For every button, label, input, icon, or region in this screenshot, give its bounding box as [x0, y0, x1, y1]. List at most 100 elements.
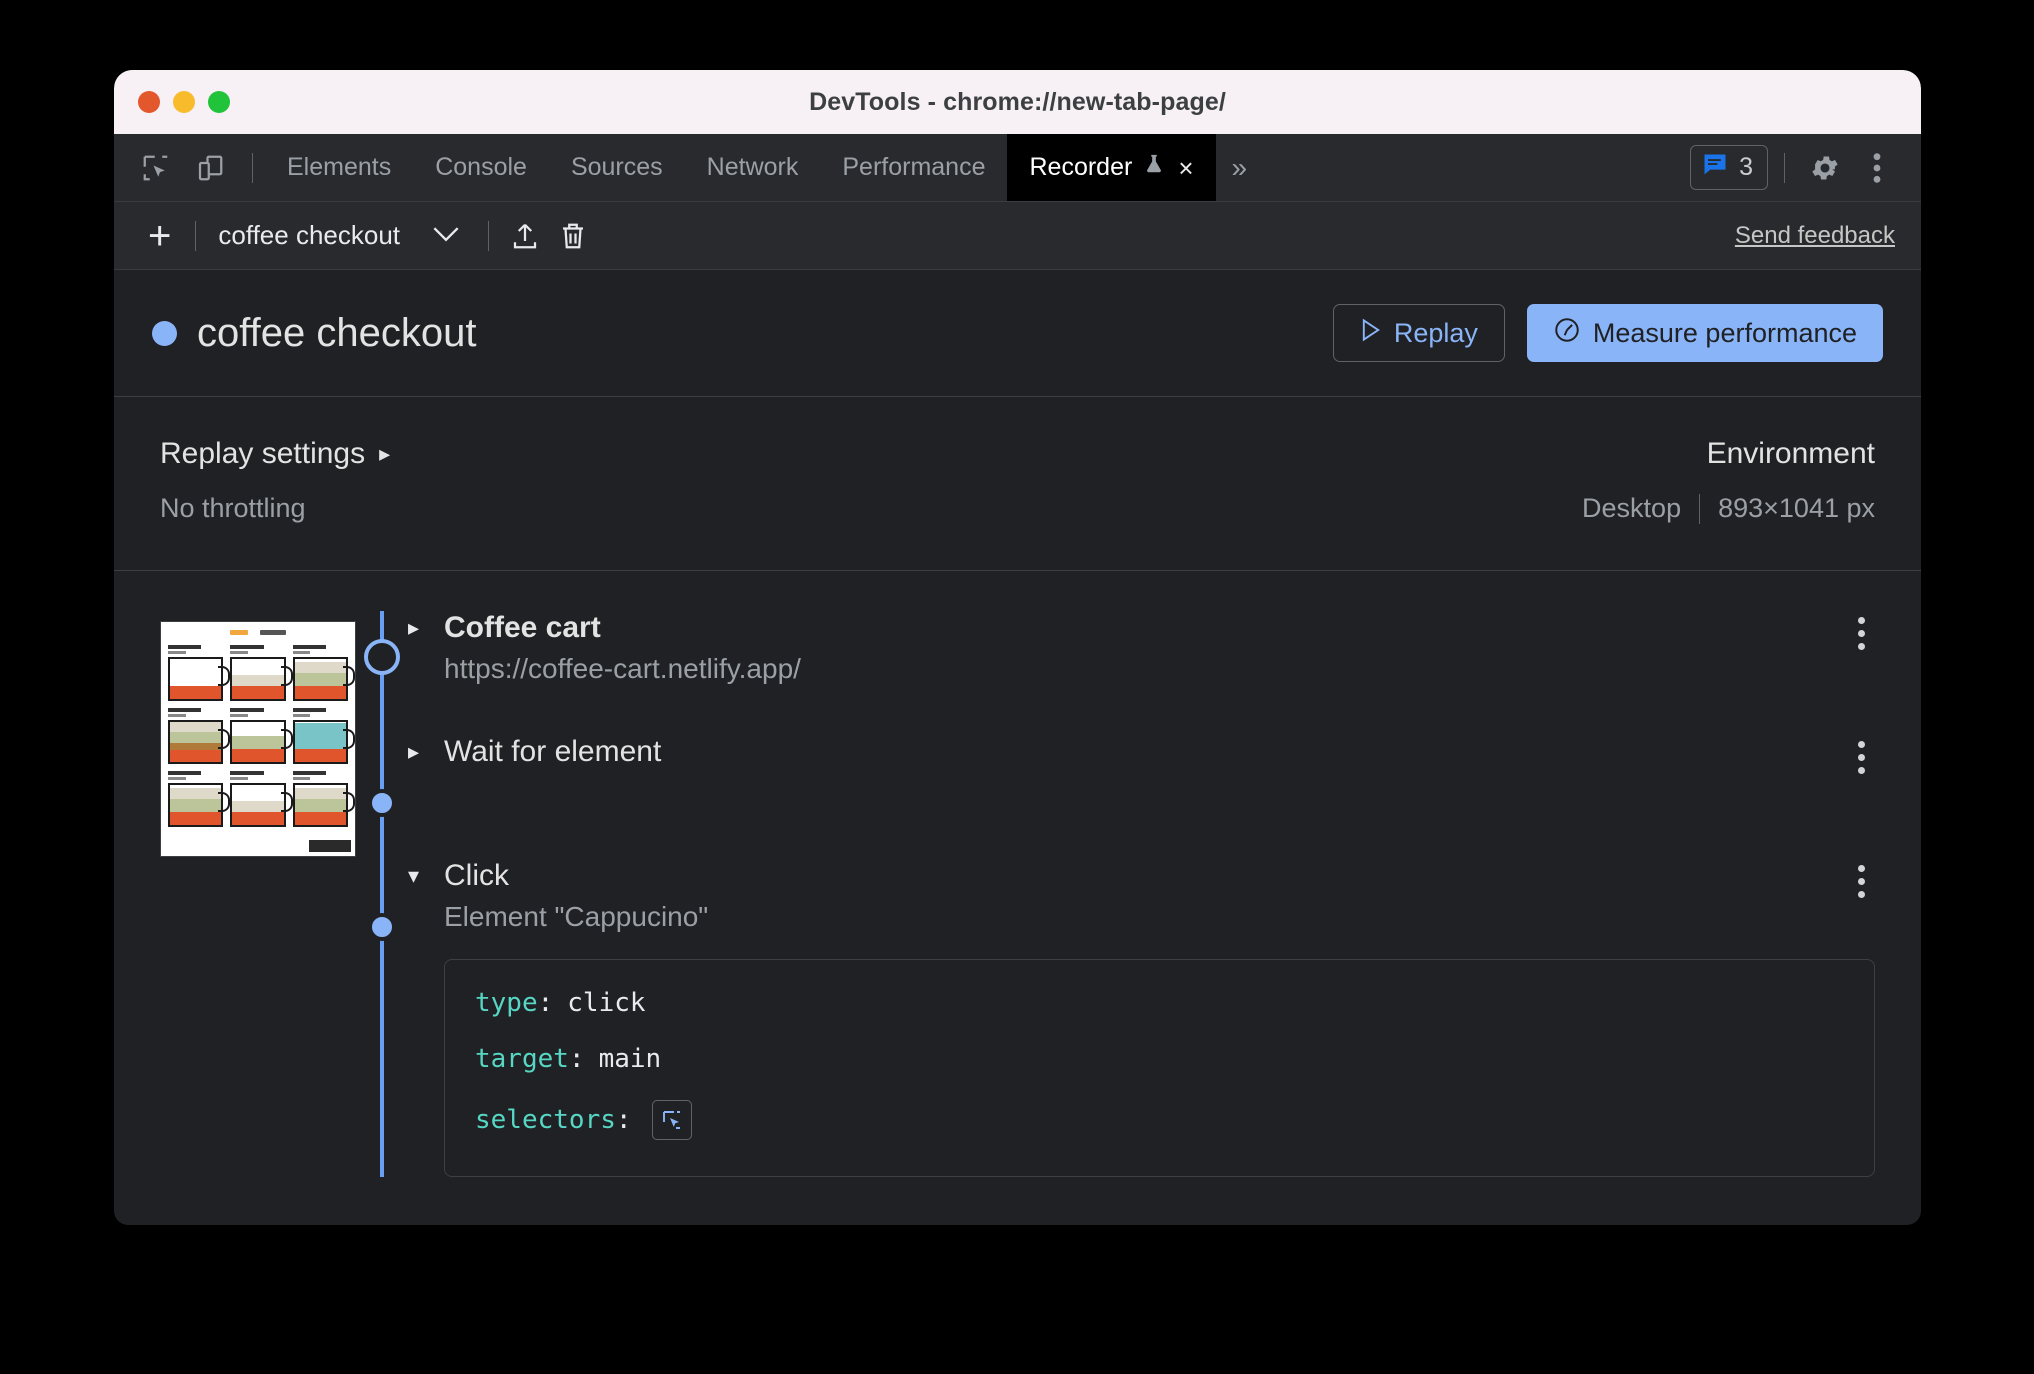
recording-screenshot: [160, 621, 356, 857]
tab-label: Performance: [842, 153, 986, 181]
environment-col: Environment Desktop 893×1041 px: [1018, 437, 1875, 524]
code-key: target: [475, 1044, 569, 1075]
step-subtitle: Element "Cappucino": [444, 901, 709, 933]
environment-label: Environment: [1706, 437, 1875, 470]
play-triangle-icon: [1360, 318, 1382, 349]
throttling-value: No throttling: [160, 493, 306, 523]
steps-timeline: [354, 611, 408, 1178]
replay-settings-label: Replay settings: [160, 437, 366, 470]
tab-label: Console: [435, 153, 527, 181]
device-toolbar-icon[interactable]: [186, 144, 234, 192]
step-details-code: type: click target: main selectors:: [444, 959, 1875, 1178]
settings-section: Replay settings ▸ No throttling Environm…: [114, 397, 1921, 571]
window-titlebar: DevTools - chrome://new-tab-page/: [114, 70, 1921, 134]
code-colon: :: [568, 1044, 585, 1075]
step-wait-for-element[interactable]: ▸ Wait for element: [408, 735, 1875, 859]
chevron-down-icon[interactable]: ▾: [408, 859, 428, 893]
panel-tabs: Elements Console Sources Network Perform…: [265, 134, 1690, 201]
flask-icon: [1143, 151, 1165, 184]
tab-network[interactable]: Network: [685, 134, 821, 201]
header-actions: Replay Measure performance: [1332, 304, 1883, 362]
tab-label: Network: [706, 153, 799, 181]
code-colon: :: [537, 988, 554, 1019]
recording-select-label[interactable]: coffee checkout: [218, 220, 400, 251]
tabbar-right-tools: 3: [1690, 134, 1921, 201]
recorder-toolbar-divider-2: [488, 220, 490, 251]
step-subtitle: https://coffee-cart.netlify.app/: [444, 653, 801, 685]
step-menu-button[interactable]: [1848, 737, 1875, 778]
code-value[interactable]: main: [599, 1044, 662, 1074]
tab-label: Elements: [287, 153, 392, 181]
code-line-type: type: click: [475, 988, 1844, 1018]
recorder-toolbar-divider: [195, 220, 197, 251]
screenshot-column: [114, 611, 356, 1177]
step-navigate[interactable]: ▸ Coffee cart https://coffee-cart.netlif…: [408, 611, 1875, 735]
chevron-right-icon[interactable]: ▸: [408, 611, 428, 645]
screenshot-root: DevTools - chrome://new-tab-page/ Elemen…: [0, 0, 2034, 1374]
measure-performance-button[interactable]: Measure performance: [1526, 304, 1883, 362]
devtools-window: DevTools - chrome://new-tab-page/ Elemen…: [114, 70, 1921, 1225]
message-count: 3: [1739, 153, 1753, 181]
step-click[interactable]: ▾ Click Element "Cappucino" type: click t…: [408, 859, 1875, 1178]
timeline-node-3: [368, 913, 396, 941]
send-feedback-link[interactable]: Send feedback: [1735, 222, 1895, 250]
message-count-button[interactable]: 3: [1690, 145, 1768, 190]
environment-device: Desktop: [1582, 493, 1682, 523]
thumbnail-header: [161, 622, 355, 641]
step-menu-button[interactable]: [1848, 861, 1875, 902]
recording-status-dot: [152, 320, 177, 346]
environment-viewport: 893×1041 px: [1718, 493, 1875, 523]
measure-performance-label: Measure performance: [1592, 317, 1857, 348]
code-value[interactable]: click: [567, 988, 645, 1018]
timeline-node-start: [364, 639, 400, 675]
chevron-right-icon: ▸: [379, 441, 391, 466]
steps-section: ▸ Coffee cart https://coffee-cart.netlif…: [114, 571, 1921, 1178]
toolbar-divider: [252, 152, 253, 183]
chevron-down-icon[interactable]: [416, 222, 476, 250]
speedometer-icon: [1553, 316, 1581, 351]
thumbnail-product-grid: [161, 641, 355, 831]
steps-list: ▸ Coffee cart https://coffee-cart.netlif…: [408, 611, 1921, 1178]
export-upload-icon[interactable]: [501, 212, 549, 260]
environment-values: Desktop 893×1041 px: [1018, 493, 1875, 524]
tab-label: Recorder: [1029, 153, 1133, 181]
tab-sources[interactable]: Sources: [549, 134, 685, 201]
tab-label: Sources: [570, 153, 663, 181]
replay-settings-toggle[interactable]: Replay settings ▸: [160, 437, 1018, 471]
devtools-tabbar: Elements Console Sources Network Perform…: [114, 134, 1921, 202]
step-menu-button[interactable]: [1848, 613, 1875, 654]
replay-settings-col: Replay settings ▸ No throttling: [160, 437, 1018, 524]
tabbar-left-tools: [114, 134, 265, 201]
tab-performance[interactable]: Performance: [820, 134, 1007, 201]
message-icon: [1701, 151, 1729, 184]
tab-elements[interactable]: Elements: [265, 134, 413, 201]
code-key: selectors: [475, 1105, 616, 1136]
timeline-node-2: [368, 789, 396, 817]
tab-recorder[interactable]: Recorder ×: [1007, 134, 1216, 201]
step-title: Coffee cart: [444, 611, 601, 644]
step-title: Wait for element: [444, 735, 662, 768]
close-icon[interactable]: ×: [1178, 155, 1193, 181]
page-title: coffee checkout: [197, 310, 477, 355]
inspect-element-icon[interactable]: [132, 144, 180, 192]
recorder-toolbar: + coffee checkout Send feedback: [114, 202, 1921, 270]
toolbar-divider-right: [1784, 152, 1785, 183]
code-key: type: [475, 988, 538, 1019]
window-title: DevTools - chrome://new-tab-page/: [809, 87, 1226, 116]
gear-icon[interactable]: [1801, 144, 1849, 192]
code-line-target: target: main: [475, 1044, 1844, 1074]
replay-button-label: Replay: [1393, 317, 1478, 348]
thumbnail-footer-badge: [309, 840, 351, 852]
add-recording-button[interactable]: +: [136, 216, 183, 256]
trash-icon[interactable]: [549, 212, 597, 260]
selector-picker-icon[interactable]: [651, 1100, 692, 1141]
timeline-line: [380, 611, 384, 1178]
recording-header: coffee checkout Replay Measure performan…: [114, 270, 1921, 397]
environment-divider: [1699, 493, 1701, 524]
three-dot-vertical-icon[interactable]: [1853, 144, 1901, 192]
tab-console[interactable]: Console: [413, 134, 549, 201]
replay-button[interactable]: Replay: [1332, 304, 1505, 362]
more-tabs-icon[interactable]: »: [1216, 134, 1264, 201]
code-colon: :: [615, 1105, 632, 1136]
chevron-right-icon[interactable]: ▸: [408, 735, 428, 769]
